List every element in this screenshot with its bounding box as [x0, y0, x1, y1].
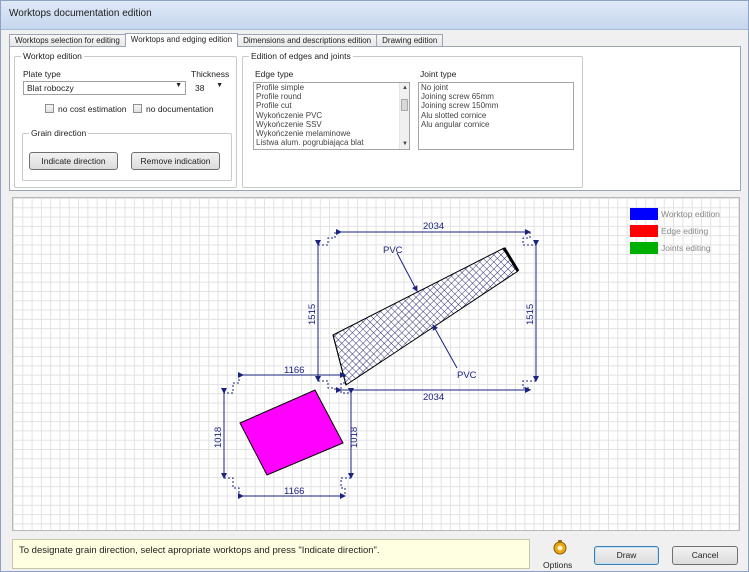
worktop-edition-title: Worktop edition [21, 51, 84, 61]
worktop-b-magenta[interactable] [239, 389, 344, 476]
dim-bottom-b: 1166 [284, 486, 304, 497]
joint-type-list[interactable]: No joint Joining screw 65mm Joining scre… [418, 82, 574, 150]
dim-left-b: 1018 [213, 427, 224, 448]
draw-button[interactable]: Draw [594, 546, 659, 565]
status-text: To designate grain direction, select apr… [19, 545, 380, 556]
status-hint: To designate grain direction, select apr… [12, 539, 530, 569]
list-item[interactable]: Wykończenie melaminowe [254, 129, 409, 138]
tab-strip: Worktops selection for editing Worktops … [9, 33, 444, 47]
dim-top-b: 1166 [284, 365, 304, 376]
dim-right-a: 1515 [525, 304, 536, 325]
options-gear-icon [553, 540, 567, 555]
grain-direction-title: Grain direction [29, 128, 89, 138]
pvc-label-top: PVC [383, 245, 403, 256]
list-item[interactable]: Profile round [254, 92, 409, 101]
list-item[interactable]: Alu slotted cornice [419, 111, 573, 120]
chevron-down-icon: ▼ [216, 82, 223, 89]
no-documentation-label: no documentation [146, 104, 214, 114]
worktop-edition-group: Worktop edition Plate type Thickness Bla… [14, 51, 237, 188]
scroll-thumb[interactable] [401, 99, 408, 111]
dim-top-a: 2034 [423, 221, 444, 232]
drawing-svg: 2034 2034 1515 1515 PVC PVC 1166 1166 10… [213, 221, 539, 499]
thickness-label: Thickness [191, 69, 230, 79]
list-item[interactable]: Joining screw 150mm [419, 101, 573, 110]
indicate-direction-button[interactable]: Indicate direction [29, 152, 118, 170]
list-item[interactable]: Alu angular cornice [419, 120, 573, 129]
no-documentation-checkbox[interactable] [133, 104, 142, 113]
main-window: Worktops documentation edition Worktops … [0, 0, 749, 572]
plate-type-label: Plate type [23, 69, 61, 79]
list-item[interactable]: Wykończenie PVC [254, 111, 409, 120]
tab-worktops-edging[interactable]: Worktops and edging edition [124, 33, 239, 47]
plate-type-value: Blat roboczy [27, 83, 74, 93]
scroll-up-icon[interactable]: ▲ [402, 85, 408, 91]
chevron-down-icon: ▼ [175, 82, 182, 89]
edges-joints-title: Edition of edges and joints [249, 51, 353, 61]
options-button[interactable]: Options [540, 540, 580, 572]
dim-left-a: 1515 [307, 304, 318, 325]
plate-type-select[interactable]: Blat roboczy ▼ [23, 81, 186, 95]
scroll-down-icon[interactable]: ▼ [402, 141, 408, 147]
list-item[interactable]: No joint [419, 83, 573, 92]
thickness-select[interactable]: 38 ▼ [191, 81, 227, 95]
no-cost-estimation-label: no cost estimation [58, 104, 127, 114]
drawing-canvas[interactable]: Worktop edition Edge editing Joints edit… [12, 197, 740, 531]
title-bar: Worktops documentation edition [1, 1, 748, 30]
dim-bottom-a: 2034 [423, 392, 444, 403]
cancel-button[interactable]: Cancel [672, 546, 738, 565]
edge-type-label: Edge type [255, 69, 294, 79]
pvc-label-bottom: PVC [457, 370, 477, 381]
edges-joints-group: Edition of edges and joints Edge type Jo… [242, 51, 583, 188]
options-label: Options [543, 560, 573, 570]
worktop-a-hatched[interactable] [332, 247, 519, 386]
joint-type-label: Joint type [420, 69, 457, 79]
no-cost-estimation-checkbox[interactable] [45, 104, 54, 113]
tab-panel: Worktop edition Plate type Thickness Bla… [9, 46, 741, 191]
list-item[interactable]: Wykończenie SSV [254, 120, 409, 129]
edge-type-list[interactable]: Profile simple Profile round Profile cut… [253, 82, 410, 150]
grain-direction-group: Grain direction Indicate direction Remov… [22, 128, 232, 181]
remove-indication-button[interactable]: Remove indication [131, 152, 220, 170]
list-item[interactable]: Profile cut [254, 101, 409, 110]
list-item[interactable]: Profile simple [254, 83, 409, 92]
list-item[interactable]: Joining screw 65mm [419, 92, 573, 101]
list-item[interactable]: Listwa alum. pogrubiająca blat [254, 138, 409, 147]
edge-list-scrollbar[interactable]: ▲ ▼ [399, 83, 409, 149]
dim-right-b: 1018 [349, 427, 360, 448]
thickness-value: 38 [195, 83, 205, 93]
window-title: Worktops documentation edition [9, 8, 152, 19]
